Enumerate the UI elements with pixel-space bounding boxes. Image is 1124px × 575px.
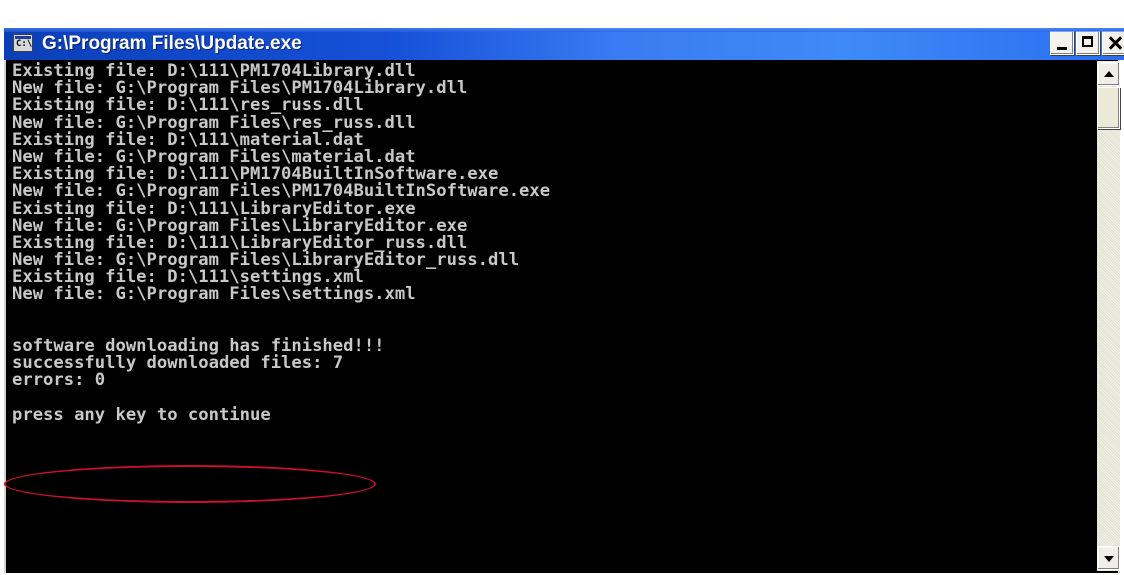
close-button[interactable] [1102,31,1124,55]
console-lines: Existing file: D:\111\PM1704Library.dll N… [12,62,551,425]
console-line: press any key to continue [12,404,271,425]
maximize-button[interactable] [1076,31,1100,55]
highlight-ellipse-annotation [4,465,376,503]
title-bar[interactable]: C:\ G:\Program Files\Update.exe [4,28,1124,60]
vertical-scrollbar[interactable] [1097,61,1120,571]
command-prompt-icon[interactable]: C:\ [13,34,33,52]
console-line: errors: 0 [12,370,106,391]
window-title: G:\Program Files\Update.exe [42,33,302,54]
scroll-thumb[interactable] [1097,87,1120,129]
minimize-button[interactable] [1050,31,1074,55]
scroll-up-arrow-icon[interactable] [1097,62,1120,86]
console-line: Existing file: D:\111\res_russ.dll [12,95,364,116]
console-line: New file: G:\Program Files\PM1704BuiltIn… [12,181,551,202]
scroll-down-arrow-icon[interactable] [1097,546,1120,570]
console-line: New file: G:\Program Files\settings.xml [12,284,416,305]
system-icon-glyph: C:\ [16,39,33,49]
